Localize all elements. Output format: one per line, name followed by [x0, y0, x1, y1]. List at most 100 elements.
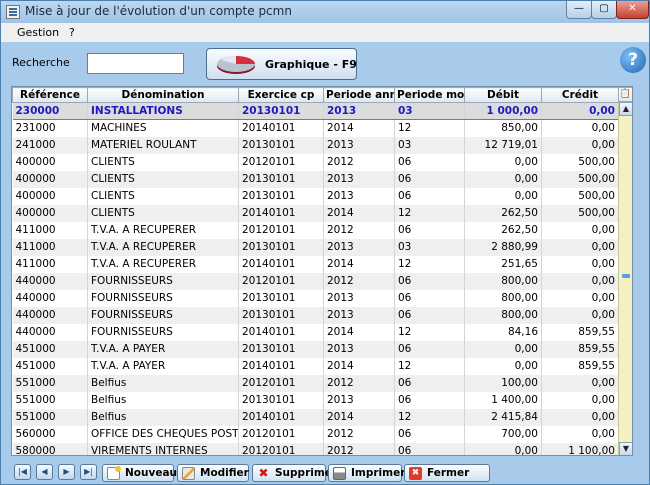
print-button[interactable]: Imprimer — [328, 464, 405, 482]
table-row[interactable]: 551000 Belfius 20120101 2012 06 100,00 0,00 — [12, 374, 619, 392]
col-reference[interactable]: Référence — [12, 87, 88, 103]
search-input[interactable] — [87, 53, 184, 74]
cell-credit: 859,55 — [541, 323, 619, 341]
cell-reference: 580000 — [12, 442, 88, 455]
cell-debit: 2 880,99 — [464, 238, 542, 256]
cell-credit: 0,00 — [541, 306, 619, 324]
scroll-up-arrow[interactable]: ▲ — [619, 102, 632, 116]
col-exercice[interactable]: Exercice cp — [238, 87, 324, 103]
next-record-button[interactable]: ▶ — [58, 464, 75, 480]
table-row[interactable]: 440000 FOURNISSEURS 20120101 2012 06 800,00 0,… — [12, 272, 619, 290]
cell-exercice: 20130101 — [238, 340, 324, 358]
graph-button[interactable]: Graphique - F9 — [206, 48, 357, 80]
cell-periode-annee: 2012 — [323, 442, 395, 455]
cell-denomination: CLIENTS — [87, 204, 239, 222]
cell-periode-annee: 2013 — [323, 187, 395, 205]
cell-exercice: 20140101 — [238, 255, 324, 273]
scroll-thumb[interactable] — [622, 274, 630, 278]
previous-record-button[interactable]: ◀ — [36, 464, 53, 480]
table-row[interactable]: 451000 T.V.A. A PAYER 20140101 2014 12 0,00 85… — [12, 357, 619, 375]
cell-debit: 262,50 — [464, 221, 542, 239]
table-row[interactable]: 440000 FOURNISSEURS 20130101 2013 06 800,00 0,… — [12, 306, 619, 324]
cell-credit: 0,00 — [541, 119, 619, 137]
cell-denomination: T.V.A. A RECUPERER — [87, 255, 239, 273]
table-row[interactable]: 241000 MATERIEL ROULANT 20130101 2013 03 12 7… — [12, 136, 619, 154]
col-debit[interactable]: Débit — [464, 87, 542, 103]
table-row[interactable]: 451000 T.V.A. A PAYER 20130101 2013 06 0,00 85… — [12, 340, 619, 358]
cell-denomination: OFFICE DES CHEQUES POSTAUX — [87, 425, 239, 443]
cell-credit: 0,00 — [541, 238, 619, 256]
cell-exercice: 20140101 — [238, 204, 324, 222]
cell-periode-mois: 06 — [394, 374, 465, 392]
app-window: Mise à jour de l'évolution d'un compte p… — [0, 0, 650, 485]
edit-button[interactable]: Modifier — [177, 464, 249, 482]
col-periode-mois[interactable]: Periode mois — [394, 87, 465, 103]
cell-periode-annee: 2012 — [323, 221, 395, 239]
cell-exercice: 20130101 — [238, 170, 324, 188]
table-row-selected[interactable]: 230000 INSTALLATIONS 20130101 2013 03 1 000,0… — [12, 102, 619, 120]
cell-credit: 500,00 — [541, 153, 619, 171]
cell-periode-mois: 12 — [394, 204, 465, 222]
cell-periode-mois: 12 — [394, 357, 465, 375]
table-row[interactable]: 400000 CLIENTS 20130101 2013 06 0,00 500,00 — [12, 170, 619, 188]
cell-credit: 0,00 — [541, 391, 619, 409]
cell-denomination: Belfius — [87, 374, 239, 392]
cell-credit: 500,00 — [541, 170, 619, 188]
table-row[interactable]: 231000 MACHINES 20140101 2014 12 850,00 0,00 — [12, 119, 619, 137]
table-row[interactable]: 440000 FOURNISSEURS 20130101 2013 06 800,00 0,… — [12, 289, 619, 307]
table-row[interactable]: 400000 CLIENTS 20140101 2014 12 262,50 500,00 — [12, 204, 619, 222]
cell-periode-mois: 06 — [394, 289, 465, 307]
last-record-button[interactable]: ▶| — [80, 464, 97, 480]
table-row[interactable]: 411000 T.V.A. A RECUPERER 20140101 2014 12 25… — [12, 255, 619, 273]
cell-debit: 0,00 — [464, 153, 542, 171]
cell-credit: 859,55 — [541, 340, 619, 358]
cell-periode-mois: 12 — [394, 408, 465, 426]
scroll-down-arrow[interactable]: ▼ — [619, 442, 632, 455]
col-periode-annee[interactable]: Periode année — [323, 87, 395, 103]
menu-gestion[interactable]: Gestion — [17, 26, 59, 39]
cell-debit: 0,00 — [464, 442, 542, 455]
cell-debit: 100,00 — [464, 374, 542, 392]
new-button[interactable]: Nouveau — [102, 464, 177, 482]
column-chooser-icon[interactable]: 📋 — [618, 87, 632, 102]
vertical-scrollbar[interactable]: ▲ ▼ — [618, 102, 632, 455]
table-row[interactable]: 551000 Belfius 20130101 2013 06 1 400,00 0,00 — [12, 391, 619, 409]
cell-periode-annee: 2013 — [323, 170, 395, 188]
menu-help[interactable]: ? — [69, 26, 75, 39]
cell-periode-mois: 06 — [394, 221, 465, 239]
cell-credit: 0,00 — [541, 289, 619, 307]
maximize-button[interactable]: ▢ — [591, 1, 617, 19]
cell-periode-mois: 06 — [394, 442, 465, 455]
table-row[interactable]: 560000OFFICE DES CHEQUES POSTAUX20120101… — [12, 425, 619, 443]
table-row[interactable]: 400000 CLIENTS 20130101 2013 06 0,00 500,00 — [12, 187, 619, 205]
first-record-button[interactable]: |◀ — [14, 464, 31, 480]
delete-button[interactable]: ✖ Supprimer — [252, 464, 337, 482]
table-row[interactable]: 440000 FOURNISSEURS 20140101 2014 12 84,16 859… — [12, 323, 619, 341]
cell-exercice: 20130101 — [238, 391, 324, 409]
cell-denomination: T.V.A. A RECUPERER — [87, 238, 239, 256]
table-row[interactable]: 400000 CLIENTS 20120101 2012 06 0,00 500,00 — [12, 153, 619, 171]
close-button[interactable]: ✖ Fermer — [404, 464, 490, 482]
table-row[interactable]: 551000 Belfius 20140101 2014 12 2 415,84 0,00 — [12, 408, 619, 426]
cell-credit: 0,00 — [541, 425, 619, 443]
col-denomination[interactable]: Dénomination — [87, 87, 239, 103]
cell-denomination: VIREMENTS INTERNES — [87, 442, 239, 455]
table-row[interactable]: 580000 VIREMENTS INTERNES 20120101 2012 06 0,… — [12, 442, 619, 455]
close-window-button[interactable]: ✕ — [616, 1, 649, 19]
minimize-button[interactable]: — — [566, 1, 592, 19]
graph-button-label: Graphique - F9 — [265, 58, 357, 71]
col-credit[interactable]: Crédit — [541, 87, 619, 103]
help-icon[interactable]: ? — [620, 47, 646, 73]
cell-exercice: 20130101 — [238, 102, 324, 120]
table-row[interactable]: 411000 T.V.A. A RECUPERER 20130101 2013 03 2 … — [12, 238, 619, 256]
table-row[interactable]: 411000 T.V.A. A RECUPERER 20120101 2012 06 26… — [12, 221, 619, 239]
cell-credit: 0,00 — [541, 272, 619, 290]
cell-credit: 0,00 — [541, 255, 619, 273]
cell-debit: 262,50 — [464, 204, 542, 222]
cell-credit: 0,00 — [541, 102, 619, 120]
cell-reference: 411000 — [12, 238, 88, 256]
cell-exercice: 20140101 — [238, 408, 324, 426]
cell-credit: 500,00 — [541, 204, 619, 222]
cell-reference: 551000 — [12, 391, 88, 409]
bottom-toolbar: |◀ ◀ ▶ ▶| Nouveau Modifier ✖ Supprimer I… — [1, 461, 649, 485]
